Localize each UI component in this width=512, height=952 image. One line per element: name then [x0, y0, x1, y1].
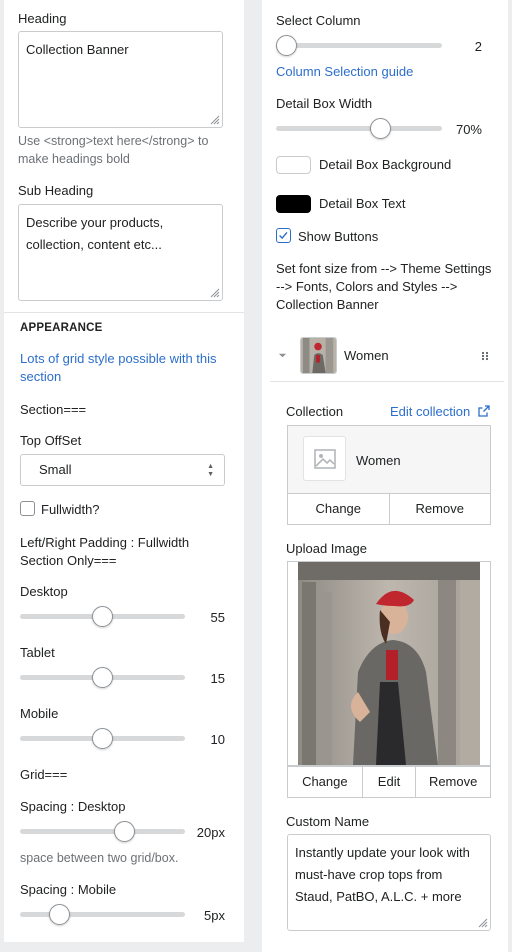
spacing-desktop-value: 20px [196, 825, 225, 840]
collection-picker: Women [287, 425, 491, 494]
column-selection-guide-link[interactable]: Column Selection guide [276, 64, 413, 79]
collection-label: Collection [286, 404, 344, 419]
tablet-padding-slider[interactable] [20, 666, 185, 690]
image-remove-button[interactable]: Remove [415, 767, 490, 797]
slider-thumb[interactable] [370, 118, 392, 139]
mobile-value: 10 [210, 732, 225, 747]
settings-panel-right: Select Column 2 Column Selection guide D… [262, 0, 508, 952]
uploaded-image-frame [287, 561, 491, 766]
top-offset-selected: Small [39, 462, 72, 477]
upload-image-label: Upload Image [286, 541, 367, 556]
tablet-value: 15 [210, 671, 225, 686]
heading-label: Heading [18, 11, 67, 26]
sub-heading-value: Describe your products, collection, cont… [26, 215, 164, 252]
resize-grip-icon[interactable] [210, 115, 220, 125]
settings-panel-left: Heading Collection Banner Use <strong>te… [4, 0, 244, 942]
detail-box-text-swatch[interactable] [276, 195, 311, 213]
top-offset-label: Top OffSet [20, 433, 82, 448]
fullwidth-checkbox[interactable] [20, 501, 35, 516]
spacing-mobile-value: 5px [204, 908, 225, 923]
mobile-padding-slider[interactable] [20, 727, 185, 751]
show-buttons-label: Show Buttons [298, 229, 379, 244]
grid-style-link[interactable]: Lots of grid style possible with this se… [20, 350, 230, 386]
padding-label: Left/Right Padding : Fullwidth Section O… [20, 535, 190, 568]
caret-down-icon[interactable] [278, 351, 287, 360]
detail-box-text-label: Detail Box Text [319, 196, 406, 211]
collection-actions: Change Remove [287, 493, 491, 525]
desktop-label: Desktop [20, 584, 68, 599]
collection-name: Women [356, 453, 401, 468]
custom-name-textarea[interactable]: Instantly update your look with must-hav… [287, 834, 491, 931]
slider-thumb[interactable] [92, 667, 113, 688]
section-label: Section=== [20, 402, 87, 417]
sub-heading-textarea[interactable]: Describe your products, collection, cont… [18, 204, 223, 301]
block-title: Women [344, 348, 389, 363]
custom-name-value: Instantly update your look with must-hav… [295, 845, 470, 904]
image-placeholder-icon [314, 449, 336, 469]
chevron-updown-icon: ▲ ▼ [207, 463, 214, 478]
image-change-button[interactable]: Change [288, 767, 362, 797]
checkmark-icon [279, 232, 288, 240]
slider-track [276, 43, 442, 48]
block-thumbnail-image [301, 338, 336, 373]
mobile-label: Mobile [20, 706, 59, 721]
slider-track [20, 829, 185, 834]
block-divider [270, 381, 504, 382]
slider-track [20, 912, 185, 917]
detail-box-background-label: Detail Box Background [319, 157, 452, 172]
select-column-value: 2 [474, 39, 482, 54]
uploaded-image [298, 562, 480, 765]
slider-track [276, 126, 442, 131]
detail-box-background-swatch[interactable] [276, 156, 311, 174]
drag-handle-icon[interactable] [480, 351, 490, 361]
spacing-desktop-slider[interactable] [20, 820, 185, 844]
image-edit-button[interactable]: Edit [361, 767, 416, 797]
heading-value: Collection Banner [26, 42, 129, 57]
slider-thumb[interactable] [113, 821, 135, 842]
desktop-value: 55 [210, 610, 225, 625]
select-column-slider[interactable] [276, 34, 442, 58]
slider-thumb[interactable] [276, 35, 297, 56]
spacing-desktop-label: Spacing : Desktop [20, 799, 126, 814]
grid-label: Grid=== [20, 767, 68, 782]
custom-name-label: Custom Name [286, 814, 370, 829]
heading-help-text: Use <strong>text here</strong> to make h… [18, 134, 209, 166]
spacing-mobile-label: Spacing : Mobile [20, 882, 117, 897]
detail-box-width-value: 70% [455, 122, 482, 137]
spacing-mobile-slider[interactable] [20, 903, 185, 927]
font-size-note: Set font size from --> Theme Settings --… [276, 261, 492, 312]
section-divider [4, 312, 244, 313]
fullwidth-label: Fullwidth? [41, 502, 100, 517]
collection-thumbnail [303, 436, 346, 481]
resize-grip-icon[interactable] [210, 288, 220, 298]
slider-thumb[interactable] [92, 728, 113, 749]
slider-thumb[interactable] [92, 606, 113, 627]
detail-box-width-slider[interactable] [276, 117, 442, 141]
spacing-desktop-help: space between two grid/box. [20, 851, 179, 865]
block-thumbnail [300, 337, 337, 374]
desktop-padding-slider[interactable] [20, 605, 185, 629]
select-column-label: Select Column [276, 13, 361, 28]
resize-grip-icon[interactable] [478, 918, 488, 928]
collection-change-button[interactable]: Change [288, 494, 389, 524]
image-actions: Change Edit Remove [287, 766, 491, 798]
appearance-heading: APPEARANCE [20, 322, 103, 334]
tablet-label: Tablet [20, 645, 55, 660]
collection-remove-button[interactable]: Remove [388, 494, 491, 524]
sub-heading-label: Sub Heading [18, 183, 94, 198]
heading-textarea[interactable]: Collection Banner [18, 31, 223, 128]
slider-thumb[interactable] [48, 904, 70, 925]
external-link-icon[interactable] [478, 405, 490, 417]
show-buttons-checkbox[interactable] [276, 228, 291, 243]
top-offset-select[interactable]: Small ▲ ▼ [20, 454, 225, 486]
edit-collection-link[interactable]: Edit collection [390, 404, 470, 419]
block-header-women[interactable]: Women [270, 337, 500, 377]
detail-box-width-label: Detail Box Width [276, 96, 373, 111]
